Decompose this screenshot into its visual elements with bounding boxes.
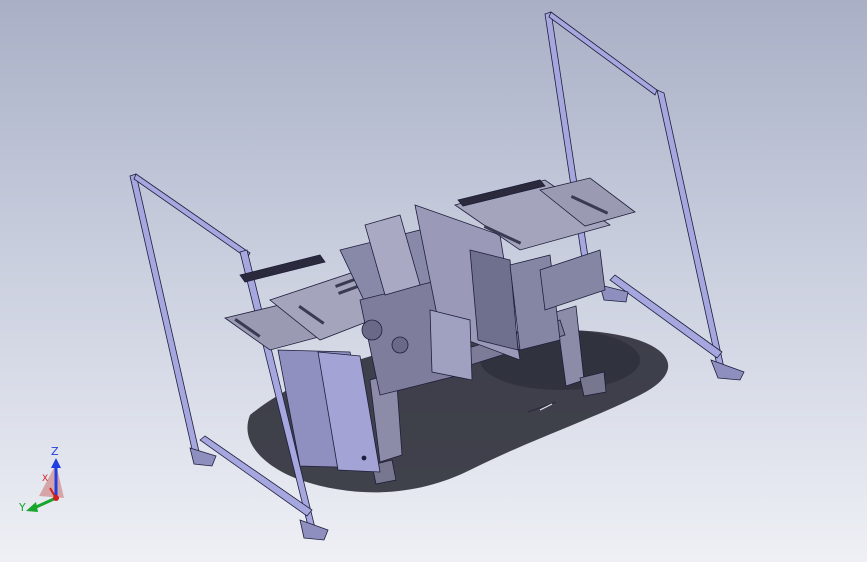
cad-model-view[interactable] [0, 0, 867, 562]
graphics-viewport[interactable]: Z X Y [0, 0, 867, 562]
triad-y-label: Y [19, 501, 26, 514]
coordinate-triad: Z X Y [14, 440, 84, 520]
triad-z-label: Z [51, 445, 59, 458]
triad-x-label: X [42, 474, 49, 484]
